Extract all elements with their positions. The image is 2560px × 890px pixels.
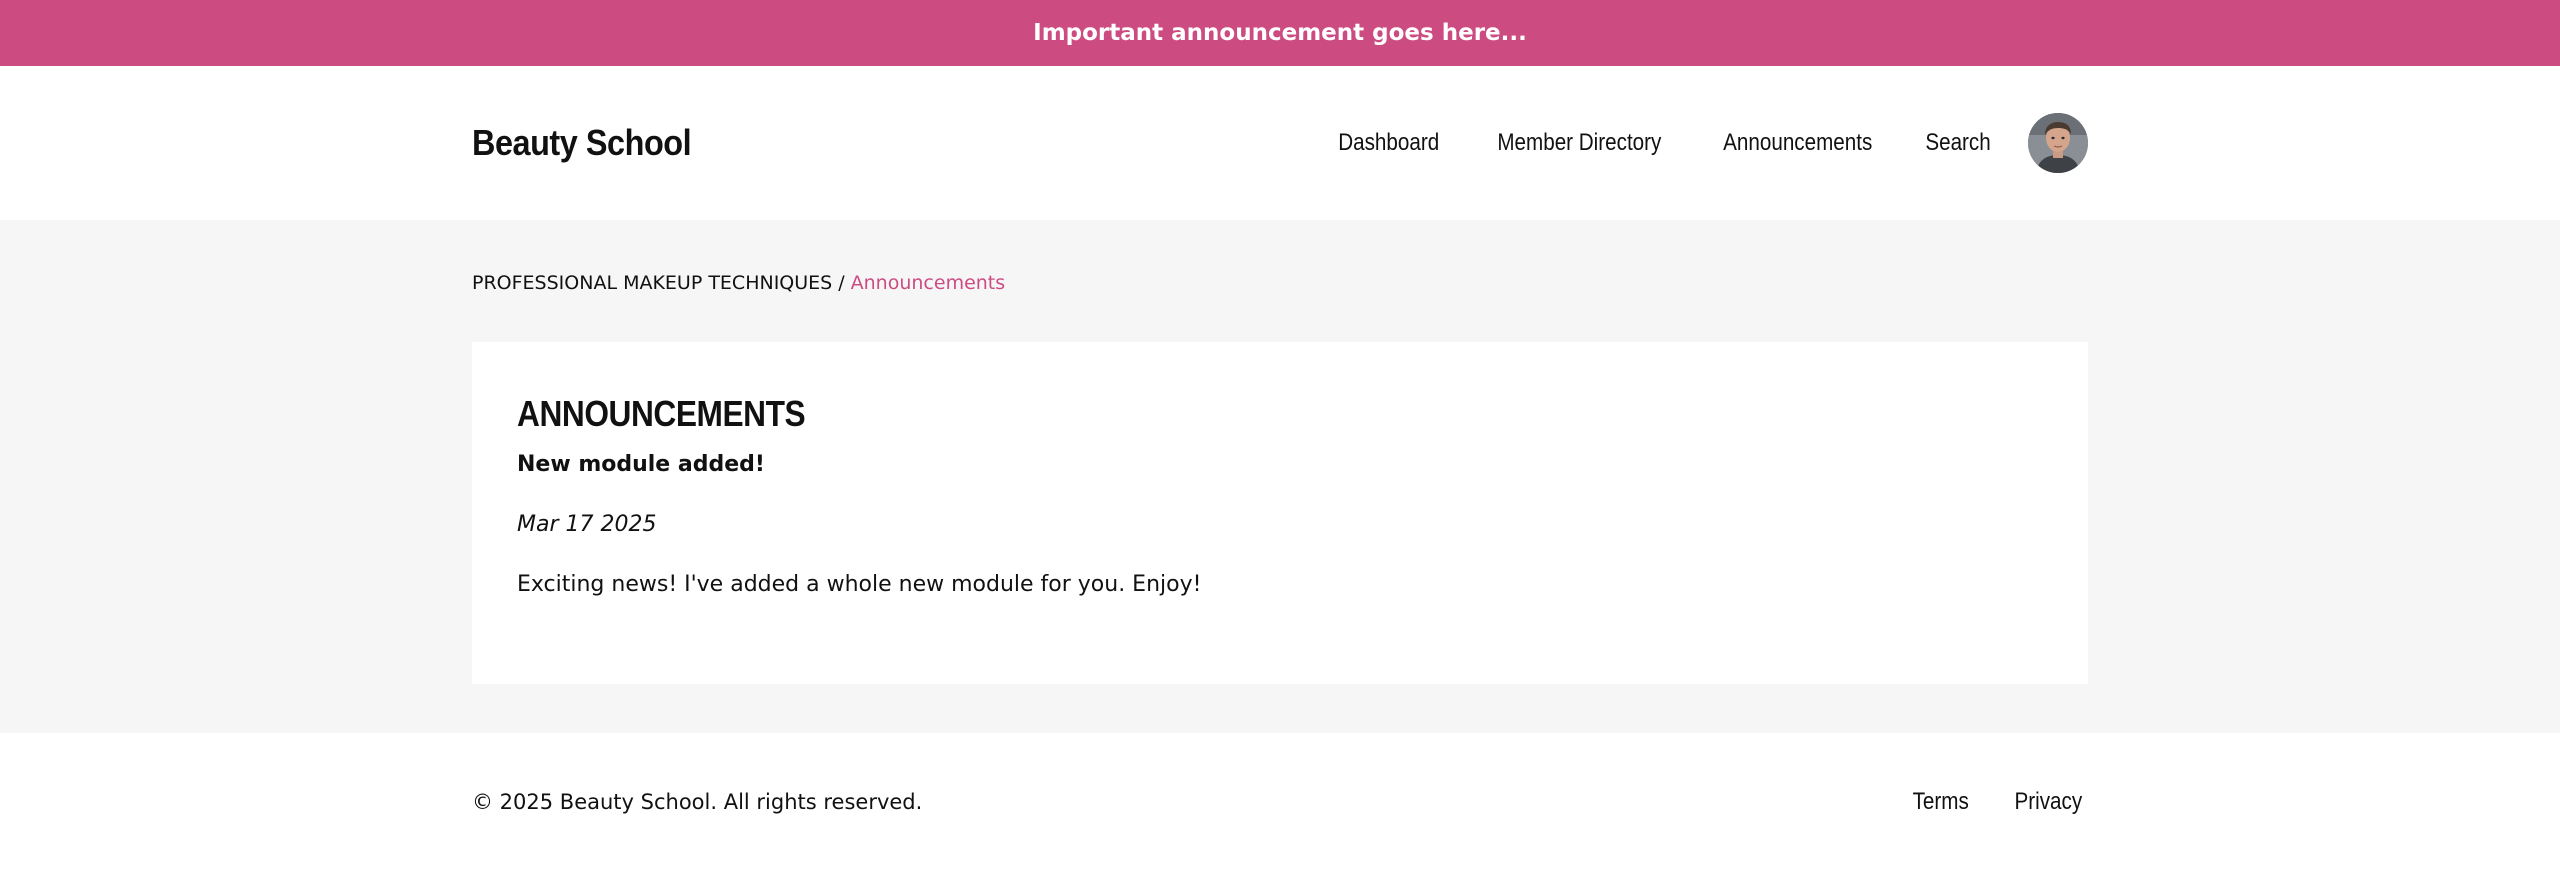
site-header: Beauty School Dashboard Member Directory…: [0, 66, 2560, 220]
announcements-card: ANNOUNCEMENTS New module added! Mar 17 2…: [472, 342, 2088, 684]
nav-search[interactable]: Search: [1925, 129, 1990, 157]
user-avatar[interactable]: [2028, 113, 2088, 173]
announcement-bar: Important announcement goes here...: [0, 0, 2560, 66]
footer-privacy-link[interactable]: Privacy: [2015, 788, 2083, 816]
breadcrumb-course-link[interactable]: PROFESSIONAL MAKEUP TECHNIQUES: [472, 272, 832, 294]
main-nav: Dashboard Member Directory Announcements…: [1294, 113, 2088, 173]
site-brand[interactable]: Beauty School: [472, 122, 692, 164]
announcement-body: Exciting news! I've added a whole new mo…: [517, 572, 1202, 597]
avatar-photo-icon: [2028, 113, 2088, 173]
page-title: ANNOUNCEMENTS: [517, 393, 806, 434]
copyright-text: © 2025 Beauty School. All rights reserve…: [472, 789, 923, 814]
nav-dashboard[interactable]: Dashboard: [1339, 129, 1440, 157]
nav-member-directory[interactable]: Member Directory: [1497, 129, 1661, 157]
nav-announcements[interactable]: Announcements: [1723, 129, 1872, 157]
breadcrumb-current: Announcements: [850, 272, 1006, 294]
announcement-post: New module added! Mar 17 2025 Exciting n…: [517, 450, 2043, 600]
announcement-title: New module added!: [517, 452, 765, 477]
breadcrumb-separator: /: [838, 272, 845, 294]
main-content: PROFESSIONAL MAKEUP TECHNIQUES / Announc…: [0, 220, 2560, 733]
footer-links: Terms Privacy: [1872, 788, 2088, 816]
footer-terms-link[interactable]: Terms: [1913, 788, 1969, 816]
breadcrumb: PROFESSIONAL MAKEUP TECHNIQUES / Announc…: [472, 268, 2088, 298]
announcement-date: Mar 17 2025: [517, 512, 657, 537]
site-footer: © 2025 Beauty School. All rights reserve…: [0, 733, 2560, 890]
announcement-text: Important announcement goes here...: [1033, 20, 1527, 46]
